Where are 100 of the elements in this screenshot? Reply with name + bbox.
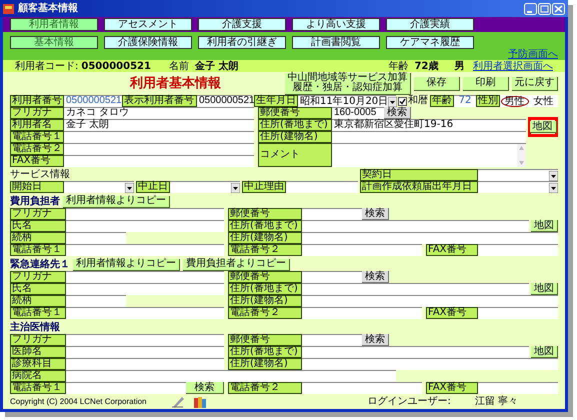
input-field[interactable]	[478, 244, 558, 256]
window-title: 顧客基本情報	[18, 4, 78, 14]
input-field[interactable]	[302, 271, 362, 283]
map-button[interactable]: 地図	[531, 346, 558, 358]
tab[interactable]: アセスメント	[104, 18, 192, 32]
map-button[interactable]: 地図	[530, 121, 556, 133]
dropdown[interactable]	[170, 181, 240, 193]
search-button[interactable]: 検索	[384, 107, 411, 119]
input-field[interactable]	[66, 358, 224, 370]
user-sex: 男	[454, 60, 464, 72]
action-button[interactable]: 検索	[186, 382, 224, 394]
radio-option[interactable]: 男性	[500, 96, 528, 106]
input-field[interactable]	[66, 295, 126, 307]
input-field[interactable]	[66, 271, 224, 283]
dropdown[interactable]	[478, 181, 558, 193]
input-field[interactable]	[478, 307, 558, 319]
tab[interactable]: 基本情報	[10, 36, 98, 50]
close-icon[interactable]	[552, 2, 565, 14]
comment-field[interactable]	[332, 143, 526, 167]
tab[interactable]: ケアマネ履歴	[386, 36, 474, 50]
tab[interactable]: 利用者の引継ぎ	[198, 36, 286, 50]
input-field[interactable]	[302, 334, 362, 346]
input-field[interactable]	[478, 382, 558, 394]
field-label: 電話番号２	[228, 382, 302, 394]
input-field[interactable]: 金子 太朗	[64, 119, 254, 131]
user-name: 金子 太朗	[194, 60, 238, 72]
search-button[interactable]: 検索	[362, 334, 389, 346]
input-field[interactable]	[66, 346, 224, 358]
input-field[interactable]	[302, 244, 422, 256]
input-field[interactable]	[66, 382, 186, 394]
radio-option[interactable]: 女性	[530, 96, 558, 106]
checkbox[interactable]	[398, 96, 407, 106]
input-field[interactable]	[66, 244, 224, 256]
dropdown[interactable]: 昭和11年10月20日	[298, 95, 396, 107]
tab[interactable]: 介護実績	[386, 18, 474, 32]
input-field[interactable]: 0500000521	[64, 95, 122, 107]
search-button[interactable]: 検索	[362, 208, 389, 220]
user-code: 0500000521	[81, 60, 151, 72]
field-label: フリガナ	[10, 107, 64, 119]
dropdown[interactable]	[64, 181, 134, 193]
books-icon[interactable]	[192, 396, 207, 408]
field-label: 中止理由	[242, 181, 286, 193]
field-label: フリガナ	[10, 334, 66, 346]
user-select-link[interactable]: 利用者選択画面へ	[473, 60, 553, 72]
pen-icon[interactable]	[170, 396, 185, 408]
action-button[interactable]: 利用者情報よりコピー	[63, 196, 170, 208]
input-field[interactable]	[302, 208, 362, 220]
input-field[interactable]	[302, 358, 558, 370]
input-field[interactable]	[64, 155, 254, 167]
input-field[interactable]	[302, 346, 529, 358]
field-label: 郵便番号	[228, 334, 302, 346]
minimize-icon[interactable]	[524, 2, 537, 14]
action-button[interactable]: 保存	[414, 76, 460, 90]
input-field[interactable]: 160-0005	[332, 107, 384, 119]
tab[interactable]: 介護保険情報	[104, 36, 192, 50]
action-button[interactable]: 利用者情報よりコピー	[73, 258, 180, 270]
action-button[interactable]: 費用負担者よりコピー	[183, 258, 290, 270]
input-field[interactable]	[302, 232, 558, 244]
tab[interactable]: 介護支援	[198, 18, 286, 32]
maximize-icon[interactable]	[538, 2, 551, 14]
dropdown[interactable]	[478, 169, 558, 181]
tab[interactable]: 利用者情報	[10, 18, 98, 32]
input-field[interactable]	[302, 307, 422, 319]
input-field[interactable]	[302, 295, 558, 307]
tab[interactable]: 計画書閲覧	[292, 36, 380, 50]
field-label: 郵便番号	[258, 107, 332, 119]
input-field[interactable]: 東京都新宿区愛住町19-16	[332, 119, 526, 131]
action-button[interactable]: 元に戻す	[512, 76, 558, 90]
input-field[interactable]	[302, 283, 529, 295]
input-field[interactable]	[286, 181, 358, 193]
map-button[interactable]: 地図	[531, 283, 558, 295]
checkbox-label: 和暦	[408, 96, 428, 106]
input-field[interactable]	[302, 220, 529, 232]
input-field[interactable]	[64, 143, 254, 155]
input-field[interactable]	[66, 370, 396, 382]
input-field[interactable]	[302, 382, 422, 394]
input-field[interactable]: カネコ タロウ	[64, 107, 254, 119]
input-field[interactable]	[332, 131, 526, 143]
input-field[interactable]	[66, 208, 224, 220]
action-button[interactable]: 中山間地域等サービス加算履歴・独居・認知症加算	[285, 72, 411, 94]
input-field[interactable]	[66, 307, 224, 319]
preventive-screen-link[interactable]: 予防画面へ	[508, 49, 558, 60]
field-label: 住所(建物名)	[228, 232, 302, 244]
search-button[interactable]: 検索	[362, 271, 389, 283]
section-title: 利用者基本情報	[130, 76, 221, 90]
input-field[interactable]	[66, 334, 224, 346]
input-field[interactable]	[66, 232, 126, 244]
field-label: 電話番号２	[228, 307, 302, 319]
field-label: 利用者番号	[10, 95, 64, 107]
input-field[interactable]	[66, 220, 224, 232]
map-button[interactable]: 地図	[531, 220, 558, 232]
action-button[interactable]: 印刷	[463, 76, 509, 90]
input-field[interactable]: 72	[454, 95, 476, 107]
field-label: 利用者名	[10, 119, 64, 131]
input-field[interactable]	[66, 283, 224, 295]
section-title: 緊急連絡先１	[10, 260, 70, 270]
input-field[interactable]	[64, 131, 254, 143]
dropdown-arrow-icon	[388, 96, 398, 106]
input-field[interactable]: 0500000521	[197, 95, 252, 107]
tab[interactable]: より高い支援	[292, 18, 380, 32]
